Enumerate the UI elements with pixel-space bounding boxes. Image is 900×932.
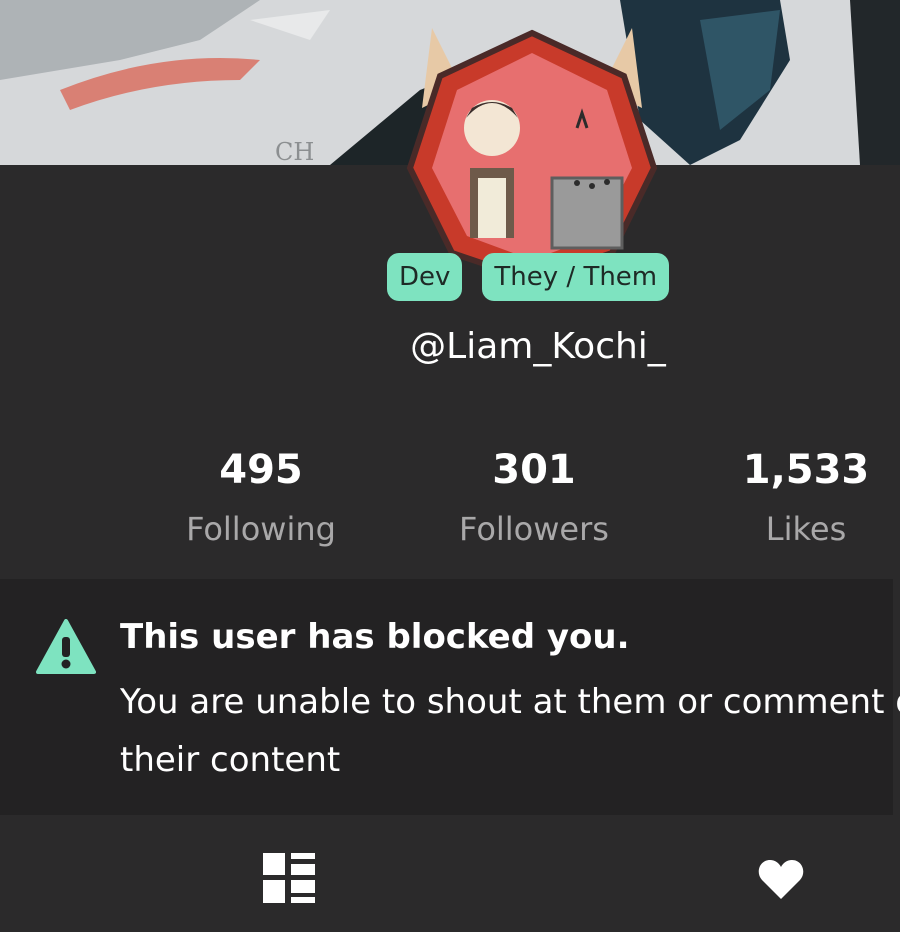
stat-likes-count: 1,533	[742, 447, 870, 493]
tag-role: Dev	[387, 253, 463, 301]
stat-followers-count: 301	[492, 447, 576, 493]
blocked-title: This user has blocked you.	[120, 617, 630, 657]
stat-followers-label: Followers	[459, 510, 609, 548]
stat-likes[interactable]: 1,533 Likes	[671, 443, 900, 553]
profile-tags: Dev They / Them	[387, 253, 670, 301]
heart-icon[interactable]	[758, 859, 804, 903]
stat-followers[interactable]: 301 Followers	[399, 443, 669, 553]
blocked-message: You are unable to shout at them or comme…	[120, 682, 900, 780]
blocked-notice: This user has blocked you. You are unabl…	[0, 579, 900, 815]
warning-icon	[36, 619, 96, 675]
stat-following[interactable]: 495 Following	[126, 443, 396, 553]
avatar[interactable]	[382, 18, 682, 284]
username: @Liam_Kochi_	[410, 326, 666, 367]
profile-tab-bar	[0, 815, 900, 932]
stat-likes-label: Likes	[765, 510, 847, 548]
stat-following-count: 495	[219, 447, 303, 493]
grid-icon[interactable]	[263, 853, 315, 907]
tag-pronouns: They / Them	[482, 253, 670, 301]
svg-text:CH: CH	[275, 138, 314, 165]
stat-following-label: Following	[186, 510, 336, 548]
